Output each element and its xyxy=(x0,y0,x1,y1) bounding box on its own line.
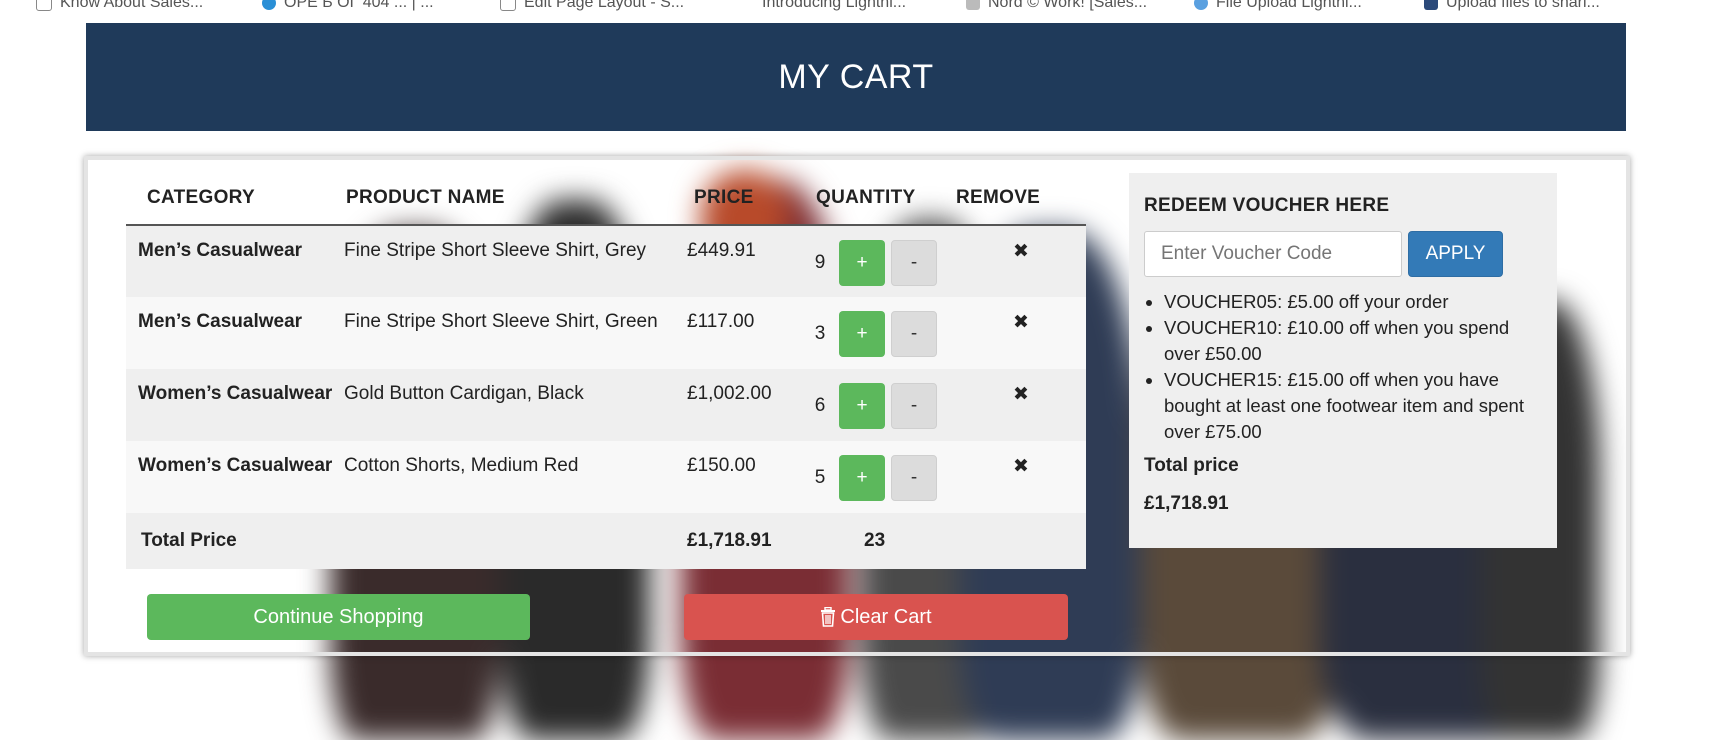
page-icon xyxy=(36,0,52,11)
category-cell: Women’s Casualwear xyxy=(126,441,336,513)
page-icon xyxy=(1424,0,1438,10)
bookmark-label: Edit Page Layout - S... xyxy=(524,0,685,11)
bookmark-item[interactable]: ОРЕ Б ОГ 404 ... | ... xyxy=(262,0,434,12)
clear-cart-label: Clear Cart xyxy=(840,605,932,628)
category-cell: Women’s Casualwear xyxy=(126,369,336,441)
page-icon xyxy=(740,0,754,10)
quantity-value: 9 xyxy=(814,252,826,273)
page-header: MY CART xyxy=(86,23,1626,131)
quantity-cell: 5 + - xyxy=(806,441,956,513)
remove-cell: ✖ xyxy=(956,441,1086,513)
page-title: MY CART xyxy=(778,57,934,96)
quantity-value: 6 xyxy=(814,395,826,416)
table-header-row: CATEGORY PRODUCT NAME PRICE QUANTITY REM… xyxy=(126,172,1086,226)
clear-cart-button[interactable]: Clear Cart xyxy=(684,594,1068,640)
quantity-stepper: 9 + - xyxy=(807,240,955,286)
total-price: £1,718.91 xyxy=(686,513,806,569)
quantity-value: 5 xyxy=(814,467,826,488)
product-name-cell: Fine Stripe Short Sleeve Shirt, Green xyxy=(336,297,686,369)
trash-icon xyxy=(820,607,836,627)
total-empty-cell xyxy=(956,513,1086,569)
bookmark-label: Nord © Work! [Sales... xyxy=(988,0,1148,11)
table-row: Women’s Casualwear Gold Button Cardigan,… xyxy=(126,369,1086,441)
bookmark-label: Know About Sales... xyxy=(60,0,204,11)
continue-shopping-label: Continue Shopping xyxy=(253,605,424,628)
quantity-stepper: 3 + - xyxy=(807,311,955,357)
bookmark-label: ОРЕ Б ОГ 404 ... | ... xyxy=(284,0,434,11)
increase-quantity-button[interactable]: + xyxy=(839,311,885,357)
total-label: Total Price xyxy=(126,513,336,569)
category-cell: Men’s Casualwear xyxy=(126,225,336,297)
quantity-stepper: 6 + - xyxy=(807,383,955,429)
page-icon xyxy=(500,0,516,11)
continue-shopping-button[interactable]: Continue Shopping xyxy=(147,594,530,640)
column-header-product-name: PRODUCT NAME xyxy=(336,172,686,226)
voucher-code-input[interactable] xyxy=(1144,231,1402,277)
apply-voucher-button[interactable]: APPLY xyxy=(1408,231,1503,277)
remove-item-icon[interactable]: ✖ xyxy=(1013,456,1029,477)
wordpress-icon xyxy=(262,0,276,10)
cart-table: CATEGORY PRODUCT NAME PRICE QUANTITY REM… xyxy=(126,172,1086,569)
remove-cell: ✖ xyxy=(956,369,1086,441)
voucher-offer: VOUCHER10: £10.00 off when you spend ove… xyxy=(1164,315,1542,367)
table-row: Women’s Casualwear Cotton Shorts, Medium… xyxy=(126,441,1086,513)
column-header-remove: REMOVE xyxy=(956,172,1086,226)
voucher-form: APPLY xyxy=(1144,231,1542,277)
bookmark-item[interactable]: Introducing Lightni... xyxy=(740,0,906,12)
total-empty-cell xyxy=(336,513,686,569)
price-cell: £1,002.00 xyxy=(686,369,806,441)
price-cell: £117.00 xyxy=(686,297,806,369)
voucher-total-label: Total price xyxy=(1144,455,1239,476)
bookmark-item[interactable]: File Upload Lightni... xyxy=(1194,0,1362,12)
product-name-cell: Cotton Shorts, Medium Red xyxy=(336,441,686,513)
bookmark-label: Upload files to shari... xyxy=(1446,0,1600,11)
bookmark-label: File Upload Lightni... xyxy=(1216,0,1362,11)
bookmarks-bar: Know About Sales... ОРЕ Б ОГ 404 ... | .… xyxy=(0,0,1726,18)
quantity-cell: 9 + - xyxy=(806,225,956,297)
column-header-price: PRICE xyxy=(686,172,806,226)
increase-quantity-button[interactable]: + xyxy=(839,455,885,501)
product-name-cell: Fine Stripe Short Sleeve Shirt, Grey xyxy=(336,225,686,297)
category-cell: Men’s Casualwear xyxy=(126,297,336,369)
remove-item-icon[interactable]: ✖ xyxy=(1013,312,1029,333)
increase-quantity-button[interactable]: + xyxy=(839,383,885,429)
voucher-title: REDEEM VOUCHER HERE xyxy=(1144,195,1390,216)
bookmark-item[interactable]: Upload files to shari... xyxy=(1424,0,1600,12)
bookmark-item[interactable]: Nord © Work! [Sales... xyxy=(966,0,1147,12)
total-quantity: 23 xyxy=(806,513,956,569)
total-row: Total Price £1,718.91 23 xyxy=(126,513,1086,569)
decrease-quantity-button[interactable]: - xyxy=(891,311,937,357)
bookmark-label: Introducing Lightni... xyxy=(762,0,907,11)
voucher-offer: VOUCHER05: £5.00 off your order xyxy=(1164,289,1542,315)
quantity-cell: 3 + - xyxy=(806,297,956,369)
bookmark-item[interactable]: Know About Sales... xyxy=(36,0,203,12)
quantity-value: 3 xyxy=(814,323,826,344)
bookmark-item[interactable]: Edit Page Layout - S... xyxy=(500,0,684,12)
decrease-quantity-button[interactable]: - xyxy=(891,240,937,286)
voucher-total-value: £1,718.91 xyxy=(1144,493,1229,514)
table-row: Men’s Casualwear Fine Stripe Short Sleev… xyxy=(126,225,1086,297)
cloud-icon xyxy=(1194,0,1208,10)
column-header-quantity: QUANTITY xyxy=(806,172,956,226)
decrease-quantity-button[interactable]: - xyxy=(891,383,937,429)
voucher-offer: VOUCHER15: £15.00 off when you have boug… xyxy=(1164,367,1542,445)
remove-cell: ✖ xyxy=(956,297,1086,369)
remove-item-icon[interactable]: ✖ xyxy=(1013,241,1029,262)
voucher-offer-list: VOUCHER05: £5.00 off your order VOUCHER1… xyxy=(1144,289,1542,445)
quantity-stepper: 5 + - xyxy=(807,455,955,501)
remove-item-icon[interactable]: ✖ xyxy=(1013,384,1029,405)
decrease-quantity-button[interactable]: - xyxy=(891,455,937,501)
table-row: Men’s Casualwear Fine Stripe Short Sleev… xyxy=(126,297,1086,369)
page-icon xyxy=(966,0,980,10)
increase-quantity-button[interactable]: + xyxy=(839,240,885,286)
price-cell: £449.91 xyxy=(686,225,806,297)
column-header-category: CATEGORY xyxy=(126,172,336,226)
voucher-panel: REDEEM VOUCHER HERE APPLY VOUCHER05: £5.… xyxy=(1129,173,1557,548)
price-cell: £150.00 xyxy=(686,441,806,513)
quantity-cell: 6 + - xyxy=(806,369,956,441)
product-name-cell: Gold Button Cardigan, Black xyxy=(336,369,686,441)
remove-cell: ✖ xyxy=(956,225,1086,297)
